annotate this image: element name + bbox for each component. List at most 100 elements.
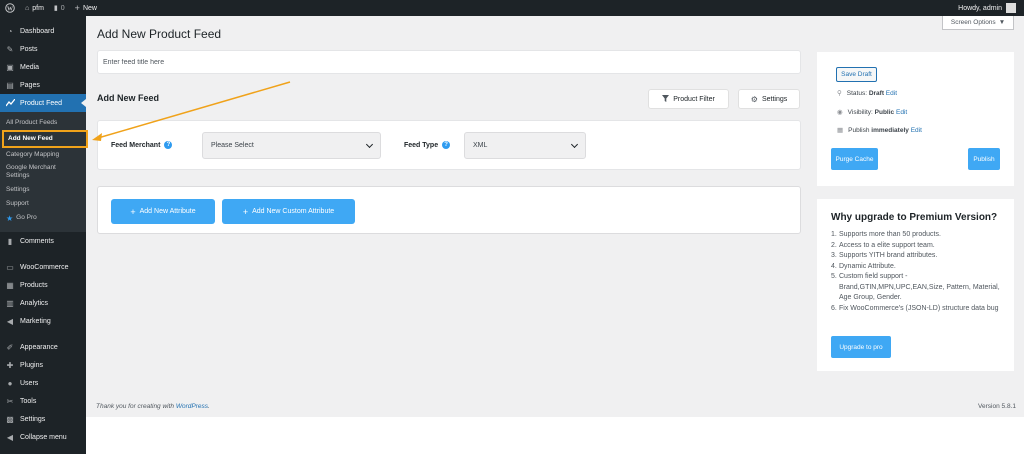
menu-settings[interactable]: ▩ Settings — [0, 410, 86, 428]
menu-media[interactable]: ▣ Media — [0, 58, 86, 76]
svg-text:W: W — [7, 6, 13, 12]
submenu-all-product-feeds[interactable]: All Product Feeds — [0, 116, 86, 130]
comment-bubble-icon: ▮ — [53, 5, 58, 12]
menu-label: WooCommerce — [20, 263, 69, 271]
page-title: Add New Product Feed — [97, 27, 222, 41]
submenu-add-new-feed[interactable]: Add New Feed — [2, 129, 88, 148]
wrench-icon: ✂ — [6, 396, 14, 406]
megaphone-icon: ◀ — [6, 316, 14, 326]
publish-box: Save Draft ⚲ Status: Draft Edit ◉ Visibi… — [817, 52, 1014, 186]
chevron-down-icon — [365, 140, 374, 148]
section-title: Add New Feed — [97, 93, 160, 103]
status-edit-link[interactable]: Edit — [886, 90, 897, 97]
submenu-category-mapping[interactable]: Category Mapping — [0, 148, 86, 162]
add-new-custom-attribute-button[interactable]: + Add New Custom Attribute — [222, 199, 355, 224]
visibility-edit-link[interactable]: Edit — [896, 109, 907, 116]
save-draft-button[interactable]: Save Draft — [836, 67, 877, 82]
feed-title-input[interactable] — [97, 50, 801, 74]
wordpress-link[interactable]: WordPress — [176, 403, 208, 410]
menu-label: Pages — [20, 81, 40, 89]
feed-merchant-select[interactable]: Please Select — [202, 132, 381, 159]
menu-posts[interactable]: ✎ Posts — [0, 40, 86, 58]
list-item-text: Supports more than 50 products. — [839, 231, 941, 238]
screen-options-button[interactable]: Screen Options ▼ — [942, 16, 1014, 30]
plugin-icon: ✚ — [6, 360, 14, 370]
add-attribute-label: Add New Attribute — [139, 208, 196, 215]
menu-label: Settings — [20, 415, 46, 423]
feed-type-text: Feed Type — [404, 141, 439, 149]
comments-link[interactable]: ▮ 0 — [49, 0, 70, 16]
chart-line-icon — [5, 98, 15, 108]
menu-product-feed[interactable]: Product Feed — [0, 94, 86, 112]
submenu-go-pro[interactable]: ★ Go Pro — [0, 211, 86, 227]
feed-type-select[interactable]: XML — [464, 132, 586, 159]
new-label: New — [82, 4, 97, 12]
menu-label: Analytics — [20, 299, 49, 307]
help-icon[interactable]: ? — [164, 141, 173, 149]
menu-label: Tools — [20, 397, 37, 405]
help-icon[interactable]: ? — [442, 141, 451, 149]
menu-label: Marketing — [20, 317, 51, 325]
submenu-google-merchant-settings[interactable]: Google Merchant Settings — [0, 161, 86, 183]
footer-thanks: Thank you for creating with WordPress. — [96, 403, 210, 410]
menu-marketing[interactable]: ◀ Marketing — [0, 312, 86, 330]
comments-count: 0 — [60, 4, 65, 12]
upgrade-title: Why upgrade to Premium Version? — [831, 212, 998, 223]
settings-button[interactable]: ⚙ Settings — [738, 89, 800, 109]
site-name-link[interactable]: ⌂ pfm — [20, 0, 49, 16]
menu-comments[interactable]: ▮ Comments — [0, 232, 86, 250]
feed-type-label: Feed Type ? — [404, 141, 451, 149]
add-custom-attribute-label: Add New Custom Attribute — [252, 208, 335, 215]
menu-label: Collapse menu — [20, 433, 67, 441]
add-new-attribute-button[interactable]: + Add New Attribute — [111, 199, 215, 224]
menu-dashboard[interactable]: ◔ Dashboard — [0, 22, 86, 40]
list-item: 4. Dynamic Attribute. — [831, 262, 1006, 273]
feed-merchant-text: Feed Merchant — [111, 141, 161, 149]
publish-button[interactable]: Publish — [968, 148, 1000, 170]
submenu-settings[interactable]: Settings — [0, 183, 86, 197]
publish-value: immediately — [871, 126, 909, 134]
visibility-row: ◉ Visibility: Public Edit — [837, 108, 907, 117]
pin-icon: ⚲ — [837, 90, 842, 97]
star-icon: ★ — [6, 213, 14, 223]
status-row: ⚲ Status: Draft Edit — [837, 89, 897, 98]
menu-plugins[interactable]: ✚ Plugins — [0, 356, 86, 374]
visibility-label: Visibility: — [847, 108, 873, 116]
footer-version: Version 5.8.1 — [978, 403, 1016, 410]
list-item: 5. Custom field support - Brand,GTIN,MPN,… — [831, 272, 1006, 304]
menu-analytics[interactable]: ▥ Analytics — [0, 294, 86, 312]
menu-label: Dashboard — [20, 27, 55, 35]
menu-label: Appearance — [20, 343, 58, 351]
submenu-support[interactable]: Support — [0, 197, 86, 211]
menu-collapse-menu[interactable]: ◀ Collapse menu — [0, 428, 86, 446]
users-icon: ● — [7, 378, 13, 388]
eye-icon: ◉ — [837, 109, 843, 116]
my-account-link[interactable]: Howdy, admin — [958, 3, 1024, 13]
menu-label: Media — [20, 63, 40, 71]
menu-label: Comments — [20, 237, 54, 245]
list-item: 6. Fix WooCommerce's (JSON-LD) structure … — [831, 304, 1006, 315]
media-icon: ▣ — [6, 62, 14, 72]
menu-appearance[interactable]: ✐ Appearance — [0, 338, 86, 356]
menu-woocommerce[interactable]: ▭ WooCommerce — [0, 258, 86, 276]
menu-label: Plugins — [20, 361, 43, 369]
status-label: Status: — [846, 89, 867, 97]
publish-edit-link[interactable]: Edit — [911, 127, 922, 134]
menu-products[interactable]: ▦ Products — [0, 276, 86, 294]
menu-users[interactable]: ● Users — [0, 374, 86, 392]
menu-tools[interactable]: ✂ Tools — [0, 392, 86, 410]
go-pro-label: Go Pro — [16, 214, 37, 222]
visibility-value: Public — [874, 108, 895, 116]
purge-cache-button[interactable]: Purge Cache — [831, 148, 878, 170]
upgrade-to-pro-button[interactable]: Upgrade to pro — [831, 336, 891, 358]
avatar — [1006, 3, 1016, 13]
upgrade-box: Why upgrade to Premium Version? 1. Suppor… — [817, 199, 1014, 371]
wordpress-logo-icon[interactable]: W — [0, 0, 20, 16]
collapse-icon: ◀ — [6, 432, 14, 442]
upgrade-list: 1. Supports more than 50 products. 2. Acce… — [831, 230, 1006, 314]
gear-icon: ⚙ — [750, 94, 758, 104]
list-item-text: Access to a elite support team. — [839, 241, 935, 249]
product-filter-button[interactable]: Product Filter — [648, 89, 729, 109]
new-content-link[interactable]: + New — [70, 0, 102, 16]
menu-pages[interactable]: ▤ Pages — [0, 76, 86, 94]
